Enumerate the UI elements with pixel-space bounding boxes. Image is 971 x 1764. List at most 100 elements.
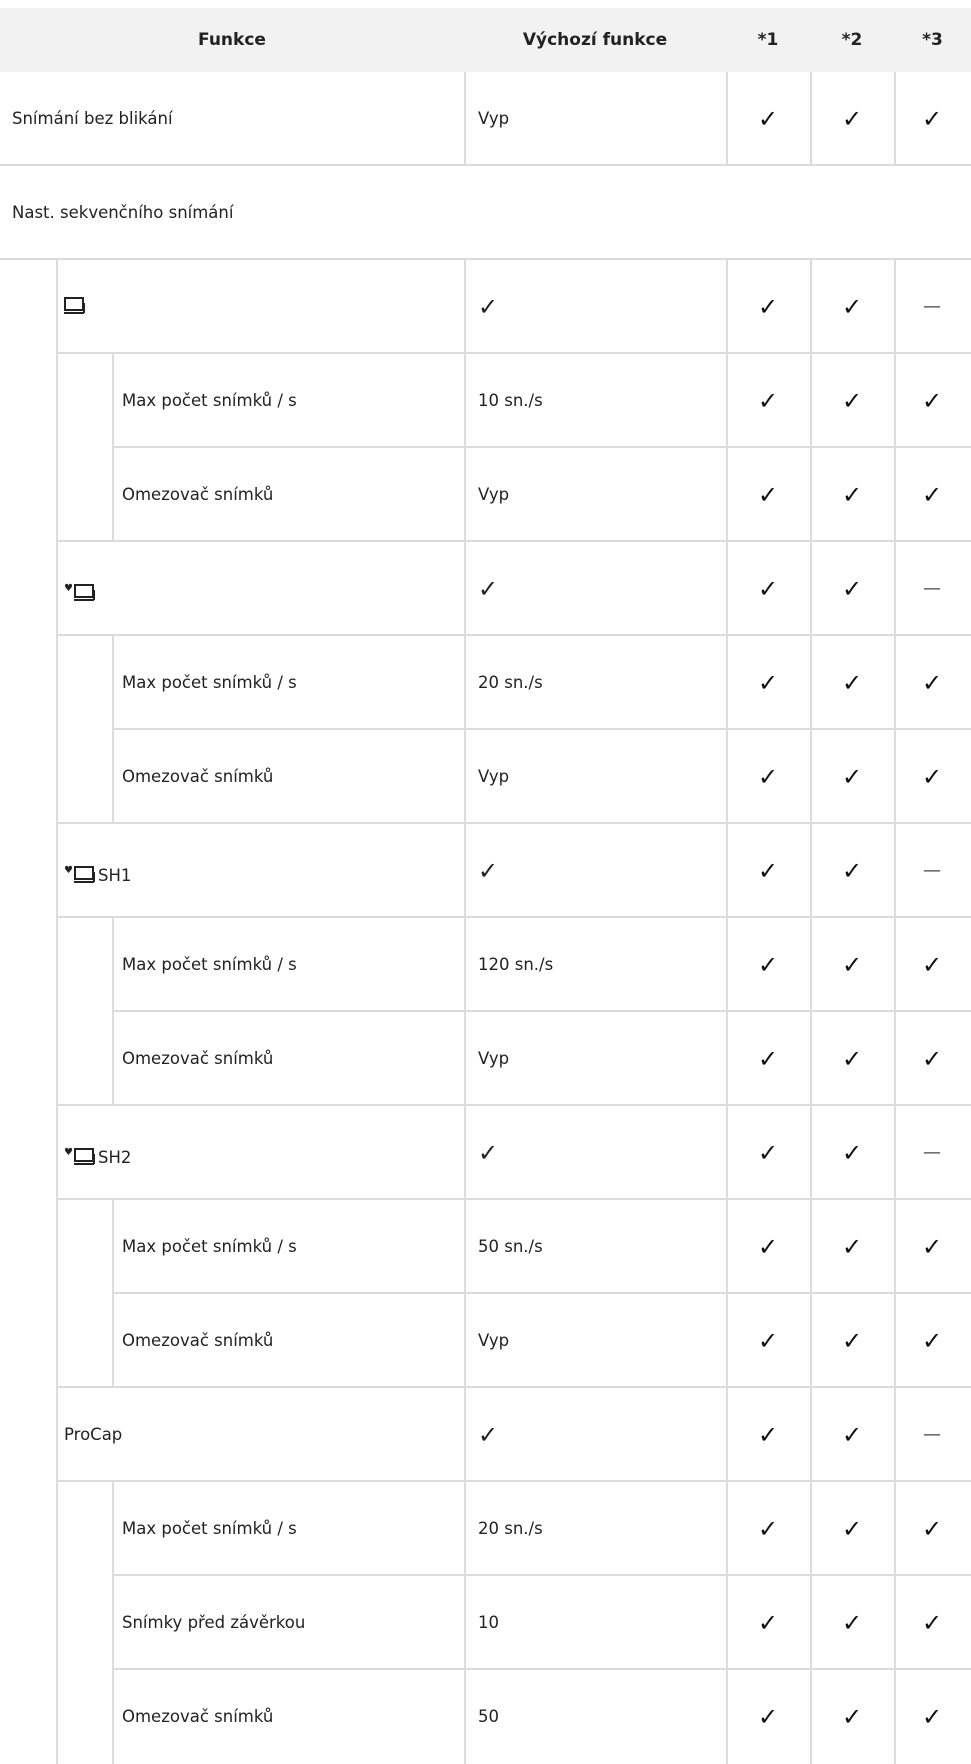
indent-guide — [56, 354, 58, 448]
column-divider — [894, 72, 896, 166]
row-label: ♥ SH1 — [64, 824, 131, 918]
indent-guide — [56, 1106, 58, 1200]
column-divider — [810, 1200, 812, 1294]
column-divider — [464, 730, 466, 824]
indent-guide — [56, 1576, 58, 1670]
row-label: ♥ — [64, 542, 98, 636]
column-divider — [894, 1294, 896, 1388]
indent-guide — [56, 636, 58, 730]
column-divider — [726, 1200, 728, 1294]
indent-guide — [56, 1012, 58, 1106]
check-icon: ✓ — [841, 387, 863, 415]
column-divider — [810, 730, 812, 824]
row-label: Snímání bez blikání — [12, 72, 173, 166]
column-divider — [726, 636, 728, 730]
table-row: Max počet snímků / s 20 sn./s ✓ ✓ ✓ — [0, 636, 971, 730]
row-label-text: ProCap — [64, 1425, 123, 1444]
indent-guide — [112, 730, 114, 824]
row-label-text: Max počet snímků / s — [122, 955, 297, 974]
default-value: 10 — [478, 1613, 499, 1632]
check-icon: ✓ — [757, 575, 779, 603]
row-label: Nast. sekvenčního snímání — [12, 166, 233, 260]
indent-guide — [56, 260, 58, 354]
check-icon: ✓ — [757, 1139, 779, 1167]
default-value: 50 — [478, 1707, 499, 1726]
indent-guide — [112, 448, 114, 542]
heart-icon: ♥ — [64, 1147, 73, 1158]
default-value: 50 sn./s — [478, 1237, 543, 1256]
column-divider — [894, 824, 896, 918]
dash-mark: — — [923, 578, 941, 599]
check-icon: ✓ — [841, 951, 863, 979]
table-row: ♥ ✓ ✓ ✓ — — [0, 542, 971, 636]
indent-guide — [112, 1012, 114, 1106]
check-icon: ✓ — [921, 481, 943, 509]
indent-guide — [56, 1670, 58, 1764]
column-divider — [894, 1576, 896, 1670]
column-divider — [810, 448, 812, 542]
column-divider — [894, 1012, 896, 1106]
column-divider — [810, 1106, 812, 1200]
column-divider — [464, 1294, 466, 1388]
column-divider — [726, 730, 728, 824]
table-row: Omezovač snímků 50 ✓ ✓ ✓ — [0, 1670, 971, 1764]
column-divider — [894, 1200, 896, 1294]
indent-guide — [112, 1294, 114, 1388]
column-divider — [810, 1482, 812, 1576]
row-label: Omezovač snímků — [122, 1294, 273, 1388]
row-label-text: Snímání bez blikání — [12, 109, 173, 128]
column-divider — [726, 354, 728, 448]
indent-guide — [112, 1200, 114, 1294]
check-icon: ✓ — [921, 1609, 943, 1637]
check-icon: ✓ — [757, 669, 779, 697]
column-divider — [894, 636, 896, 730]
indent-guide — [56, 730, 58, 824]
check-icon: ✓ — [921, 669, 943, 697]
column-divider — [810, 260, 812, 354]
row-label — [64, 260, 88, 354]
row-label: Omezovač snímků — [122, 1012, 273, 1106]
column-divider — [464, 260, 466, 354]
check-icon: ✓ — [841, 1421, 863, 1449]
check-icon: ✓ — [921, 1233, 943, 1261]
column-divider — [726, 260, 728, 354]
check-icon: ✓ — [841, 669, 863, 697]
indent-guide — [56, 1200, 58, 1294]
check-icon: ✓ — [921, 951, 943, 979]
header-col-2: *2 — [841, 30, 863, 50]
column-divider — [464, 1388, 466, 1482]
row-label-text: Max počet snímků / s — [122, 673, 297, 692]
indent-guide — [56, 542, 58, 636]
column-divider — [726, 824, 728, 918]
check-icon: ✓ — [841, 105, 863, 133]
dash-mark: — — [923, 1142, 941, 1163]
column-divider — [726, 72, 728, 166]
row-label-text: Omezovač snímků — [122, 485, 274, 504]
check-icon: ✓ — [841, 1139, 863, 1167]
indent-guide — [56, 1388, 58, 1482]
table-row: Max počet snímků / s 50 sn./s ✓ ✓ ✓ — [0, 1200, 971, 1294]
check-icon: ✓ — [478, 1139, 499, 1167]
table-row: ✓ ✓ ✓ — — [0, 260, 971, 354]
check-icon: ✓ — [757, 1609, 779, 1637]
row-label: ♥ SH2 — [64, 1106, 131, 1200]
row-label-text: SH1 — [97, 866, 132, 885]
check-icon: ✓ — [757, 387, 779, 415]
default-value: Vyp — [478, 485, 510, 504]
table-row: Max počet snímků / s 10 sn./s ✓ ✓ ✓ — [0, 354, 971, 448]
dash-mark: — — [923, 296, 941, 317]
indent-guide — [112, 1576, 114, 1670]
check-icon: ✓ — [921, 1703, 943, 1731]
column-divider — [894, 918, 896, 1012]
dash-mark: — — [923, 860, 941, 881]
row-label-text: SH2 — [97, 1148, 132, 1167]
check-icon: ✓ — [478, 293, 499, 321]
heart-icon: ♥ — [64, 865, 73, 876]
column-divider — [894, 354, 896, 448]
row-label: Max počet snímků / s — [122, 1482, 297, 1576]
table-row: ♥ SH1 ✓ ✓ ✓ — — [0, 824, 971, 918]
default-value: Vyp — [478, 767, 510, 786]
row-label-text: Max počet snímků / s — [122, 1237, 297, 1256]
column-divider — [894, 448, 896, 542]
table-header: Funkce Výchozí funkce *1 *2 *3 — [0, 8, 971, 72]
